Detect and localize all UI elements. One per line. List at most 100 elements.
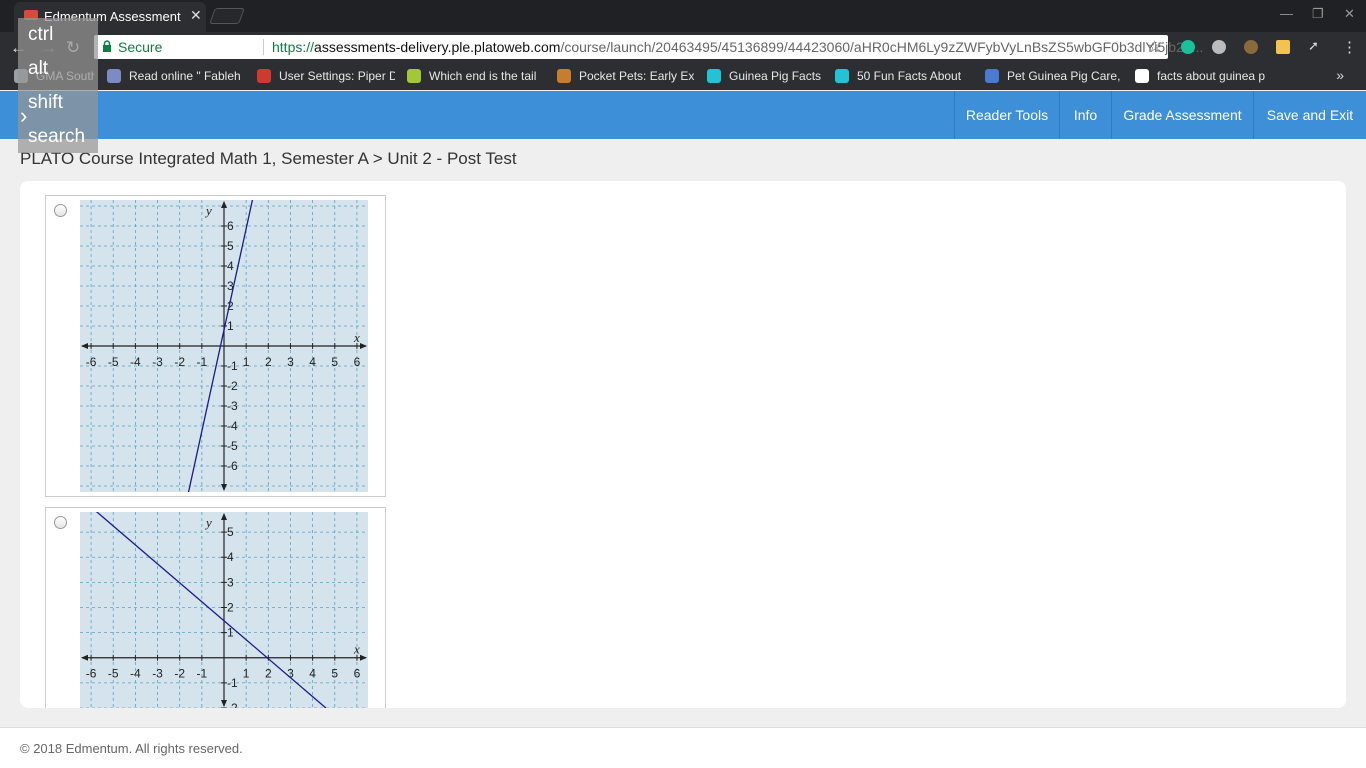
bookmarks-bar: GMA SouthRead online " FablehUser Settin… — [0, 62, 1366, 90]
notes-extension-icon[interactable] — [1276, 40, 1290, 54]
x-tick-label: 3 — [287, 355, 294, 369]
grid-icon — [985, 69, 999, 83]
x-tick-label: 1 — [243, 355, 250, 369]
close-window-icon[interactable]: ✕ — [1344, 6, 1355, 22]
x-tick-label: 4 — [309, 667, 316, 681]
grammarly-icon[interactable] — [1181, 40, 1195, 54]
x-tick-label: -3 — [152, 355, 163, 369]
key-search: search — [28, 126, 86, 147]
lock-icon — [103, 40, 111, 52]
x-tick-label: -1 — [197, 667, 208, 681]
x-tick-label: 2 — [265, 667, 272, 681]
y-tick-label: 6 — [227, 219, 234, 233]
url-scheme: https:// — [272, 39, 315, 55]
x-tick-label: -2 — [174, 355, 185, 369]
bookmark-item[interactable]: Guinea Pig Facts — [707, 68, 827, 84]
maximize-icon[interactable]: ❐ — [1312, 6, 1324, 22]
bookmark-item[interactable]: User Settings: Piper D — [257, 68, 395, 84]
bookmark-label: Pet Guinea Pig Care, — [1007, 69, 1121, 83]
x-tick-label: 6 — [354, 667, 361, 681]
bookmark-label: Which end is the tail — [429, 69, 537, 83]
answer-choice-a[interactable]: -6 -5 -4 -3 -2 -1 1 2 3 4 5 6 -6 -5 -4 -3 -2 -1 1 2 3 4 5 6 x y — [45, 195, 386, 497]
y-tick-label: -6 — [227, 459, 238, 473]
answer-radio-b[interactable] — [54, 516, 67, 529]
bookmark-item[interactable]: facts about guinea p — [1135, 68, 1275, 84]
bookmark-item[interactable]: Pet Guinea Pig Care, — [985, 68, 1123, 84]
bookmark-label: User Settings: Piper D — [279, 69, 395, 83]
bookmark-star-icon[interactable]: ☆ — [1148, 37, 1162, 57]
secure-label: Secure — [118, 39, 163, 55]
key-shift: shift — [28, 92, 63, 113]
bookmark-item[interactable]: Which end is the tail — [407, 68, 545, 84]
key-overlay: ctrl alt shift search — [18, 18, 98, 153]
y-tick-label: 4 — [227, 550, 234, 564]
reader-tools-button[interactable]: Reader Tools — [954, 91, 1059, 139]
bookmark-label: facts about guinea p — [1157, 69, 1266, 83]
x-tick-label: 1 — [243, 667, 250, 681]
y-tick-label: -2 — [227, 379, 238, 393]
question-card: -6 -5 -4 -3 -2 -1 1 2 3 4 5 6 -6 -5 -4 -3 -2 -1 1 2 3 4 5 6 x y -… — [20, 181, 1346, 708]
bookmark-label: 50 Fun Facts About — [857, 69, 962, 83]
answer-radio-a[interactable] — [54, 204, 67, 217]
expand-chevron-icon[interactable]: › — [20, 103, 27, 129]
y-tick-label: 5 — [227, 525, 234, 539]
answer-choice-b[interactable]: -6 -5 -4 -3 -2 -1 1 2 3 4 5 6 -2 -1 1 2 3 4 5 x y — [45, 507, 386, 708]
cursor-icon: ➚ — [1308, 38, 1319, 53]
google-icon — [1135, 69, 1149, 83]
key-alt: alt — [28, 58, 49, 79]
x-tick-label: 4 — [309, 355, 316, 369]
x-tick-label: -6 — [86, 355, 97, 369]
bookmark-label: Read online " Fableh — [129, 69, 241, 83]
x-tick-label: 5 — [331, 667, 338, 681]
save-and-exit-button[interactable]: Save and Exit — [1253, 91, 1366, 139]
footer: © 2018 Edmentum. All rights reserved. — [0, 728, 1366, 768]
x-tick-label: -5 — [108, 667, 119, 681]
speech-bubble-icon[interactable] — [1212, 40, 1226, 54]
y-tick-label: 1 — [227, 319, 234, 333]
url-path: /course/launch/20463495/45136899/4442306… — [560, 39, 1204, 55]
y-tick-label: -1 — [227, 359, 238, 373]
paw-icon — [557, 69, 571, 83]
url-host: assessments-delivery.ple.platoweb.com — [314, 39, 561, 55]
y-tick-label: 3 — [227, 575, 234, 589]
x-tick-label: 6 — [354, 355, 361, 369]
x-tick-label: 2 — [265, 355, 272, 369]
info-button[interactable]: Info — [1059, 91, 1111, 139]
y-tick-label: 4 — [227, 259, 234, 273]
paw-extension-icon[interactable] — [1244, 40, 1258, 54]
graph-choice-b: -6 -5 -4 -3 -2 -1 1 2 3 4 5 6-2-112345xy — [80, 512, 368, 708]
menu-kebab-icon[interactable]: ⋮ — [1342, 38, 1357, 56]
gear-icon — [257, 69, 271, 83]
bookmark-item[interactable]: Read online " Fableh — [107, 68, 245, 84]
new-tab-button[interactable] — [209, 8, 245, 24]
x-tick-label: 5 — [331, 355, 338, 369]
x-axis-label: x — [353, 330, 360, 345]
y-tick-label: 5 — [227, 239, 234, 253]
y-tick-label: -1 — [227, 676, 238, 690]
x-tick-label: -4 — [130, 667, 141, 681]
y-axis-label: y — [204, 515, 212, 530]
more-bookmarks-icon[interactable]: » — [1336, 67, 1344, 83]
x-tick-label: -6 — [86, 667, 97, 681]
y-tick-label: -5 — [227, 439, 238, 453]
bookmark-item[interactable]: Pocket Pets: Early Ex — [557, 68, 695, 84]
graph-choice-a: -6 -5 -4 -3 -2 -1 1 2 3 4 5 6-6-5-4-3-2-1123456xy — [80, 200, 368, 492]
page-icon — [107, 69, 121, 83]
key-ctrl: ctrl — [28, 24, 54, 45]
y-tick-label: -3 — [227, 399, 238, 413]
y-tick-label: -2 — [227, 701, 238, 708]
minimize-icon[interactable]: — — [1280, 6, 1293, 21]
copyright-text: © 2018 Edmentum. All rights reserved. — [20, 741, 243, 756]
x-tick-label: -3 — [152, 667, 163, 681]
grade-assessment-button[interactable]: Grade Assessment — [1111, 91, 1253, 139]
address-divider — [263, 39, 264, 55]
leaf-icon — [407, 69, 421, 83]
x-axis-label: x — [353, 642, 360, 657]
browser-toolbar: ← → ↻ Secure https://assessments-deliver… — [0, 32, 1366, 62]
bookmark-item[interactable]: 50 Fun Facts About — [835, 68, 973, 84]
tab-bar: Edmentum Assessment ✕ — ❐ ✕ — [0, 0, 1366, 32]
close-tab-icon[interactable]: ✕ — [190, 7, 202, 24]
x-tick-label: -1 — [197, 355, 208, 369]
address-bar[interactable]: Secure https://assessments-delivery.ple.… — [94, 35, 1203, 59]
bookmark-label: Guinea Pig Facts — [729, 69, 822, 83]
